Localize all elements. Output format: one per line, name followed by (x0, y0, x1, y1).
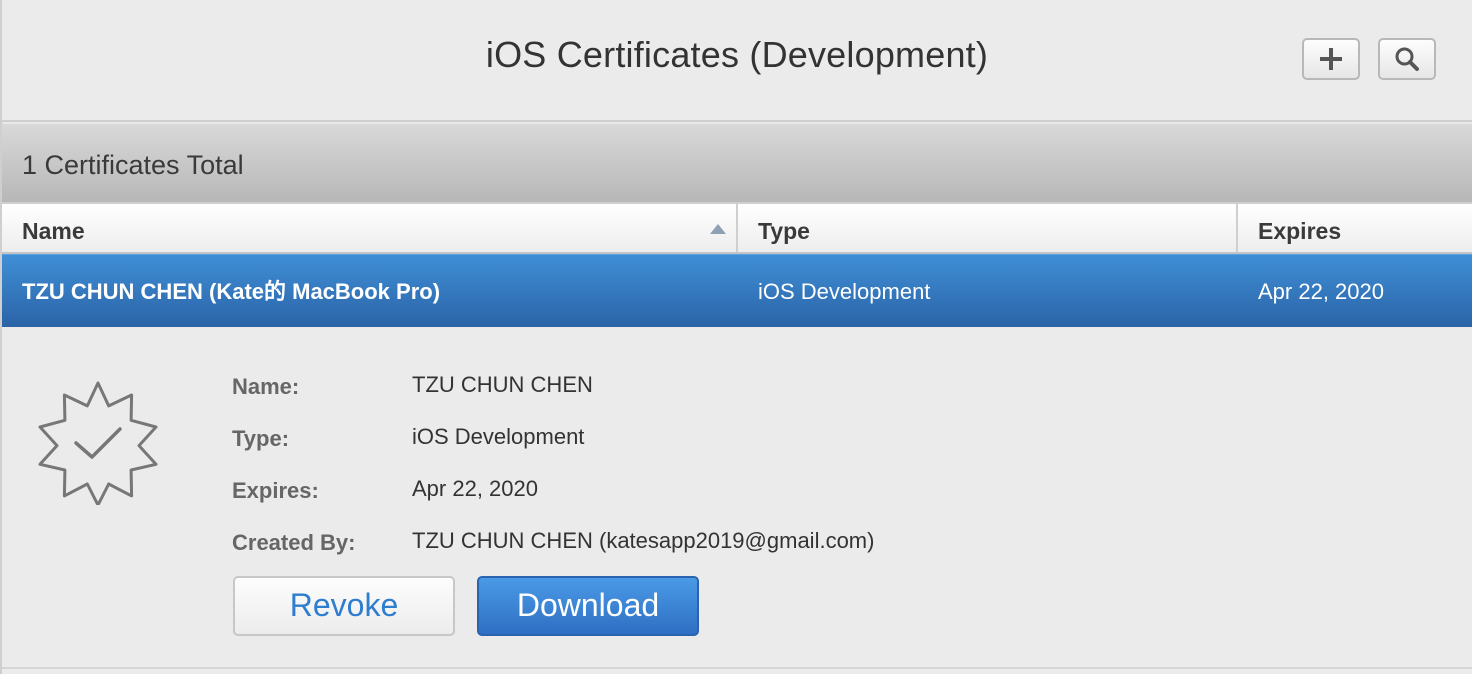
search-button[interactable] (1378, 38, 1436, 80)
certificates-page: iOS Certificates (Development) 1 Certifi… (0, 0, 1472, 674)
certificate-detail-panel: Name: TZU CHUN CHEN Type: iOS Developmen… (2, 327, 1472, 669)
column-header-expires[interactable]: Expires (1238, 204, 1472, 252)
column-header-expires-label: Expires (1258, 218, 1342, 244)
sort-ascending-icon (710, 224, 726, 234)
detail-created-by-label: Created By: (232, 530, 356, 555)
add-certificate-button[interactable] (1302, 38, 1360, 80)
detail-type-value: iOS Development (412, 424, 585, 449)
table-row[interactable]: TZU CHUN CHEN (Kate的 MacBook Pro) iOS De… (2, 254, 1472, 327)
certificates-count: 1 Certificates Total (22, 150, 244, 180)
row-expires-cell: Apr 22, 2020 (1258, 279, 1384, 304)
detail-expires-value: Apr 22, 2020 (412, 476, 538, 501)
column-header-name-label: Name (22, 218, 85, 244)
detail-name-value: TZU CHUN CHEN (412, 372, 593, 397)
certificate-badge-icon (38, 381, 158, 505)
revoke-button[interactable]: Revoke (233, 576, 455, 636)
search-icon (1395, 47, 1419, 71)
detail-type-label: Type: (232, 426, 290, 451)
row-name-cell: TZU CHUN CHEN (Kate的 MacBook Pro) (22, 279, 441, 304)
plus-icon (1320, 48, 1342, 70)
page-title: iOS Certificates (Development) (485, 34, 989, 75)
detail-name-label: Name: (232, 374, 300, 399)
detail-expires-label: Expires: (232, 478, 319, 503)
table-header: Name Type Expires (2, 202, 1472, 254)
download-button[interactable]: Download (477, 576, 699, 636)
summary-bar: 1 Certificates Total (2, 122, 1472, 202)
column-header-type[interactable]: Type (738, 204, 1238, 252)
column-header-type-label: Type (758, 218, 810, 244)
page-header: iOS Certificates (Development) (2, 0, 1472, 122)
column-header-name[interactable]: Name (2, 204, 738, 252)
row-type-cell: iOS Development (758, 279, 931, 304)
detail-created-by-value: TZU CHUN CHEN (katesapp2019@gmail.com) (412, 528, 875, 553)
